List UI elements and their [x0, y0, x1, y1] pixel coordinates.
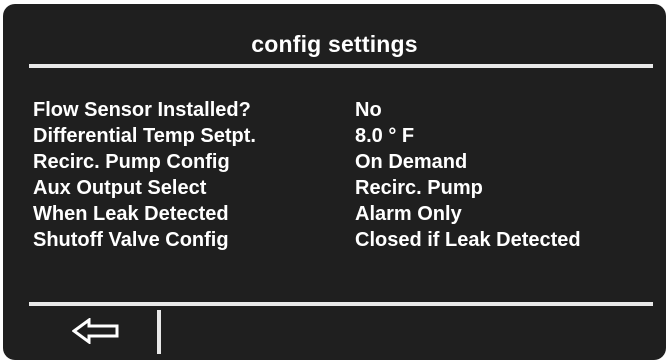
footer-separator — [157, 310, 161, 354]
back-button[interactable] — [69, 313, 123, 349]
page-title: config settings — [251, 31, 418, 57]
setting-value: 8.0 ° F — [355, 125, 415, 147]
setting-row-recirc-pump[interactable]: Recirc. Pump Config On Demand — [33, 149, 663, 175]
setting-label: Flow Sensor Installed? — [33, 99, 251, 121]
header-divider — [29, 64, 653, 68]
footer-divider — [29, 302, 653, 306]
left-arrow-icon — [72, 318, 119, 344]
setting-label: Shutoff Valve Config — [33, 229, 229, 251]
setting-value: Closed if Leak Detected — [355, 229, 581, 251]
setting-label: Differential Temp Setpt. — [33, 125, 256, 147]
setting-label: When Leak Detected — [33, 203, 229, 225]
setting-row-flow-sensor[interactable]: Flow Sensor Installed? No — [33, 97, 663, 123]
setting-label: Aux Output Select — [33, 177, 207, 199]
setting-row-aux-output[interactable]: Aux Output Select Recirc. Pump — [33, 175, 663, 201]
setting-value: On Demand — [355, 151, 468, 173]
setting-value: Recirc. Pump — [355, 177, 483, 199]
settings-list: Flow Sensor Installed? No Differential T… — [33, 97, 663, 253]
config-settings-screen: config settings Flow Sensor Installed? N… — [3, 4, 666, 360]
setting-row-differential-temp[interactable]: Differential Temp Setpt. 8.0 ° F — [33, 123, 663, 149]
setting-value: No — [355, 99, 382, 121]
setting-label: Recirc. Pump Config — [33, 151, 230, 173]
setting-row-leak-detected[interactable]: When Leak Detected Alarm Only — [33, 201, 663, 227]
setting-value: Alarm Only — [355, 203, 462, 225]
setting-row-shutoff-valve[interactable]: Shutoff Valve Config Closed if Leak Dete… — [33, 227, 663, 253]
